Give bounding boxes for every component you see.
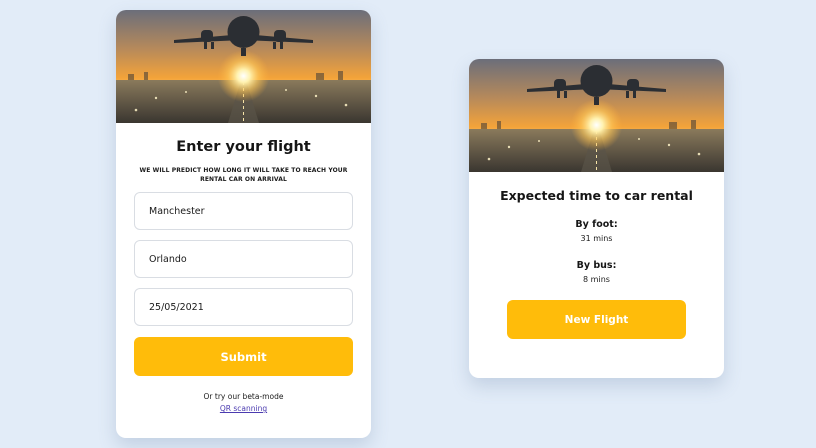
flight-date-input[interactable]	[134, 288, 353, 326]
beta-mode-text: Or try our beta-mode	[203, 392, 284, 401]
foot-label: By foot:	[575, 219, 618, 230]
result-title: Expected time to car rental	[500, 188, 693, 203]
foot-value: 31 mins	[580, 234, 613, 243]
departure-city-input[interactable]	[134, 192, 353, 230]
submit-button[interactable]: Submit	[134, 337, 353, 376]
form-subtitle: WE WILL PREDICT HOW LONG IT WILL TAKE TO…	[139, 167, 348, 183]
result-card: Expected time to car rental By foot: 31 …	[469, 59, 724, 378]
hero-image	[469, 59, 724, 172]
hero-image	[116, 10, 371, 123]
arrival-city-input[interactable]	[134, 240, 353, 278]
form-title: Enter your flight	[176, 139, 311, 155]
bus-value: 8 mins	[583, 275, 610, 284]
flight-form-card: Enter your flight WE WILL PREDICT HOW LO…	[116, 10, 371, 438]
qr-scanning-link[interactable]: QR scanning	[116, 404, 371, 413]
bus-label: By bus:	[576, 260, 617, 271]
new-flight-button[interactable]: New Flight	[507, 300, 686, 339]
